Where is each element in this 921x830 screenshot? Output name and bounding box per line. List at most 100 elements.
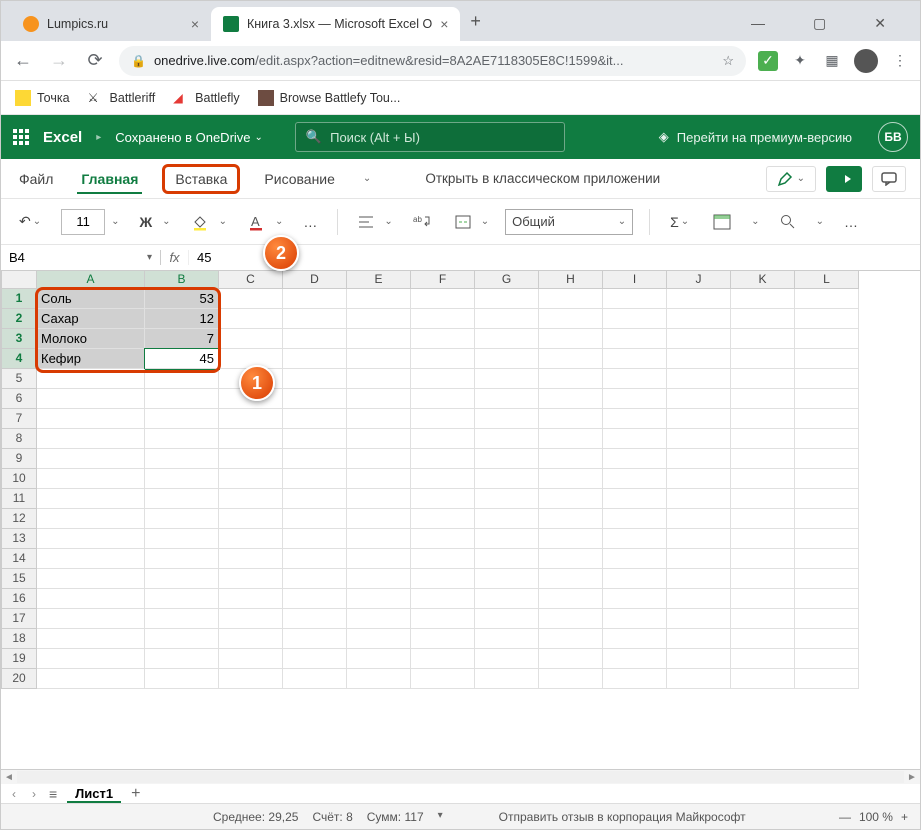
- cell-G6[interactable]: [475, 389, 539, 409]
- cell-L6[interactable]: [795, 389, 859, 409]
- cell-D12[interactable]: [283, 509, 347, 529]
- cell-A4[interactable]: Кефир: [37, 349, 145, 369]
- row-header-5[interactable]: 5: [1, 369, 37, 389]
- col-header-E[interactable]: E: [347, 271, 411, 289]
- row-header-4[interactable]: 4: [1, 349, 37, 369]
- cell-G14[interactable]: [475, 549, 539, 569]
- window-minimize[interactable]: —: [741, 9, 775, 38]
- cell-K9[interactable]: [731, 449, 795, 469]
- cell-L19[interactable]: [795, 649, 859, 669]
- cell-L10[interactable]: [795, 469, 859, 489]
- cell-K18[interactable]: [731, 629, 795, 649]
- row-header-10[interactable]: 10: [1, 469, 37, 489]
- find-button[interactable]: [776, 211, 800, 233]
- cell-B2[interactable]: 12: [145, 309, 219, 329]
- cell-F13[interactable]: [411, 529, 475, 549]
- cell-I19[interactable]: [603, 649, 667, 669]
- cell-L9[interactable]: [795, 449, 859, 469]
- cell-C11[interactable]: [219, 489, 283, 509]
- cell-B11[interactable]: [145, 489, 219, 509]
- cell-B12[interactable]: [145, 509, 219, 529]
- cell-C20[interactable]: [219, 669, 283, 689]
- cell-H13[interactable]: [539, 529, 603, 549]
- row-header-15[interactable]: 15: [1, 569, 37, 589]
- cell-I20[interactable]: [603, 669, 667, 689]
- row-header-19[interactable]: 19: [1, 649, 37, 669]
- cell-F4[interactable]: [411, 349, 475, 369]
- cell-A3[interactable]: Молоко: [37, 329, 145, 349]
- cell-J10[interactable]: [667, 469, 731, 489]
- merge-button[interactable]: [451, 212, 475, 232]
- cell-I17[interactable]: [603, 609, 667, 629]
- cell-A2[interactable]: Сахар: [37, 309, 145, 329]
- more-font-button[interactable]: …: [299, 211, 321, 233]
- cell-G10[interactable]: [475, 469, 539, 489]
- cell-E2[interactable]: [347, 309, 411, 329]
- cell-I15[interactable]: [603, 569, 667, 589]
- cell-B19[interactable]: [145, 649, 219, 669]
- close-tab-icon[interactable]: ×: [440, 16, 448, 32]
- cell-K4[interactable]: [731, 349, 795, 369]
- cell-H10[interactable]: [539, 469, 603, 489]
- cell-A5[interactable]: [37, 369, 145, 389]
- cell-F2[interactable]: [411, 309, 475, 329]
- cell-F5[interactable]: [411, 369, 475, 389]
- bold-button[interactable]: Ж: [136, 211, 157, 233]
- cell-G5[interactable]: [475, 369, 539, 389]
- cell-J17[interactable]: [667, 609, 731, 629]
- cell-G20[interactable]: [475, 669, 539, 689]
- cell-D17[interactable]: [283, 609, 347, 629]
- cell-K6[interactable]: [731, 389, 795, 409]
- cell-J2[interactable]: [667, 309, 731, 329]
- cell-H8[interactable]: [539, 429, 603, 449]
- cell-B7[interactable]: [145, 409, 219, 429]
- col-header-J[interactable]: J: [667, 271, 731, 289]
- cell-H6[interactable]: [539, 389, 603, 409]
- cell-K7[interactable]: [731, 409, 795, 429]
- cell-K1[interactable]: [731, 289, 795, 309]
- premium-upsell[interactable]: ◈ Перейти на премиум-версию: [659, 129, 852, 145]
- cell-K10[interactable]: [731, 469, 795, 489]
- cell-F11[interactable]: [411, 489, 475, 509]
- cell-C9[interactable]: [219, 449, 283, 469]
- row-header-18[interactable]: 18: [1, 629, 37, 649]
- cell-F17[interactable]: [411, 609, 475, 629]
- open-in-desktop-link[interactable]: Открыть в классическом приложении: [425, 171, 660, 186]
- cell-D19[interactable]: [283, 649, 347, 669]
- cell-K13[interactable]: [731, 529, 795, 549]
- cell-F18[interactable]: [411, 629, 475, 649]
- window-maximize[interactable]: ▢: [803, 9, 836, 38]
- cell-K19[interactable]: [731, 649, 795, 669]
- cell-G12[interactable]: [475, 509, 539, 529]
- cell-L14[interactable]: [795, 549, 859, 569]
- forward-button[interactable]: →: [47, 50, 71, 71]
- cell-D20[interactable]: [283, 669, 347, 689]
- more-tools-button[interactable]: …: [840, 211, 862, 233]
- browser-tab-0[interactable]: Lumpics.ru ×: [11, 7, 211, 41]
- cell-D13[interactable]: [283, 529, 347, 549]
- cell-H1[interactable]: [539, 289, 603, 309]
- cell-G2[interactable]: [475, 309, 539, 329]
- cell-E14[interactable]: [347, 549, 411, 569]
- cell-D1[interactable]: [283, 289, 347, 309]
- cell-H9[interactable]: [539, 449, 603, 469]
- col-header-B[interactable]: B: [145, 271, 219, 289]
- number-format-dropdown[interactable]: Общий⌄: [505, 209, 633, 235]
- cell-C17[interactable]: [219, 609, 283, 629]
- cell-F8[interactable]: [411, 429, 475, 449]
- zoom-out-button[interactable]: —: [839, 810, 851, 824]
- cell-D2[interactable]: [283, 309, 347, 329]
- tab-insert[interactable]: Вставка: [162, 164, 240, 194]
- next-sheet-button[interactable]: ›: [29, 787, 39, 801]
- cell-L13[interactable]: [795, 529, 859, 549]
- cell-J14[interactable]: [667, 549, 731, 569]
- cell-H5[interactable]: [539, 369, 603, 389]
- cell-E1[interactable]: [347, 289, 411, 309]
- cell-J12[interactable]: [667, 509, 731, 529]
- cell-J18[interactable]: [667, 629, 731, 649]
- star-icon[interactable]: ☆: [722, 53, 734, 69]
- cell-K15[interactable]: [731, 569, 795, 589]
- row-header-11[interactable]: 11: [1, 489, 37, 509]
- sheet-tab-active[interactable]: Лист1: [67, 786, 121, 803]
- cell-I9[interactable]: [603, 449, 667, 469]
